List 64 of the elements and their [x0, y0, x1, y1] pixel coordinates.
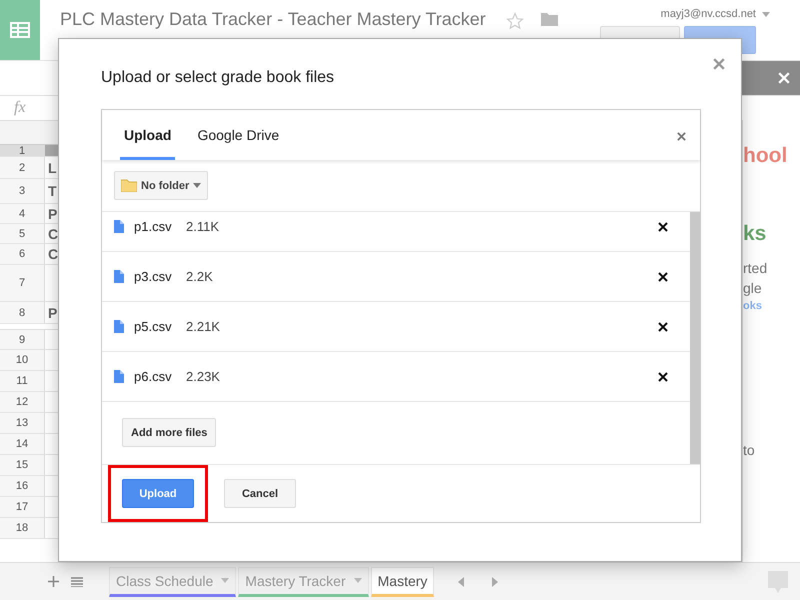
row-number[interactable]: 8 [0, 302, 45, 323]
row-number[interactable]: 13 [0, 413, 45, 433]
close-icon[interactable] [677, 132, 686, 141]
file-name: p5.csv [134, 319, 173, 334]
document-icon [114, 320, 124, 333]
picker-tab[interactable]: Upload [120, 127, 176, 160]
panel-text: to [743, 442, 756, 458]
scroll-left-icon[interactable] [458, 576, 464, 586]
remove-icon[interactable] [658, 272, 668, 282]
row-number[interactable]: 18 [0, 518, 45, 538]
remove-icon[interactable] [658, 372, 668, 382]
row-number[interactable]: 14 [0, 434, 45, 454]
panel-heading: hool [743, 144, 788, 168]
file-size: 2.2K [186, 269, 213, 284]
dialog-title: Upload or select grade book files [101, 69, 336, 88]
formula-label: fx [14, 99, 26, 117]
row-number[interactable]: 7 [0, 265, 45, 301]
row-number[interactable]: 10 [0, 350, 45, 370]
sheets-logo-icon[interactable] [0, 0, 40, 60]
document-icon [114, 220, 124, 233]
row-number[interactable]: 3 [0, 179, 45, 203]
panel-text: gle [743, 280, 763, 296]
file-name: p6.csv [134, 369, 173, 384]
remove-icon[interactable] [658, 222, 668, 232]
row-number[interactable]: 17 [0, 497, 45, 517]
caret-icon [193, 183, 202, 188]
row-number[interactable]: 11 [0, 371, 45, 391]
row-number[interactable]: 2 [0, 157, 45, 178]
cancel-button[interactable]: Cancel [224, 479, 296, 508]
remove-icon[interactable] [658, 322, 668, 332]
file-name: p1.csv [134, 219, 173, 234]
document-icon [114, 370, 124, 383]
file-size: 2.21K [186, 319, 220, 334]
folder-icon[interactable] [540, 12, 558, 26]
row-number[interactable]: 5 [0, 224, 45, 243]
row-number[interactable]: 15 [0, 455, 45, 475]
caret-icon[interactable] [221, 578, 230, 583]
picker-tab[interactable]: Google Drive [193, 127, 284, 160]
row-number[interactable]: 12 [0, 392, 45, 412]
file-name: p3.csv [134, 269, 173, 284]
caret-icon[interactable] [762, 12, 770, 16]
file-size: 2.23K [186, 369, 220, 384]
row-number[interactable]: 6 [0, 244, 45, 264]
folder-dropdown[interactable]: No folder [114, 171, 208, 200]
star-icon[interactable] [506, 12, 524, 30]
folder-icon [121, 179, 137, 192]
panel-text: rted [743, 260, 768, 276]
document-title: PLC Mastery Data Tracker - Teacher Mastery Tracker [60, 9, 486, 30]
row-number[interactable]: 1 [0, 145, 45, 156]
scroll-right-icon[interactable] [492, 576, 498, 586]
document-icon [114, 270, 124, 283]
add-sheet-icon[interactable] [48, 576, 59, 587]
add-files-button[interactable]: Add more files [122, 418, 216, 447]
panel-heading: ks [743, 222, 768, 246]
caret-icon[interactable] [354, 578, 362, 583]
file-size: 2.11K [186, 219, 220, 234]
row-number[interactable]: 9 [0, 330, 45, 349]
close-icon[interactable] [713, 58, 725, 70]
sheet-tab[interactable]: Mastery [370, 566, 434, 596]
sheet-list-icon[interactable] [71, 576, 83, 586]
scrollbar[interactable] [690, 212, 700, 464]
row-number[interactable]: 4 [0, 204, 45, 223]
account-email[interactable]: mayj3@nv.ccsd.net [660, 8, 756, 20]
row-number[interactable]: 16 [0, 476, 45, 496]
